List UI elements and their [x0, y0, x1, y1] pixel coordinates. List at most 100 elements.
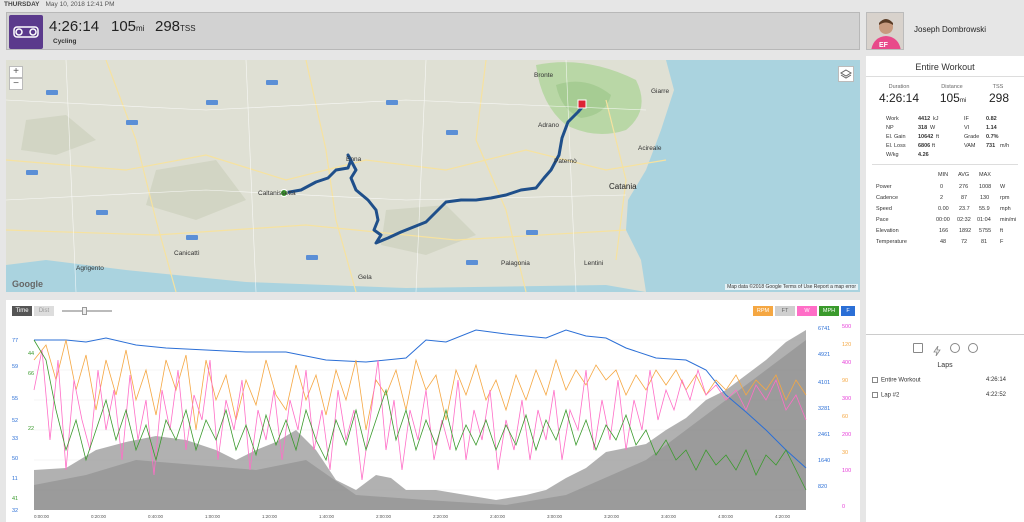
- right-axis-tick: 300: [842, 396, 851, 402]
- metric-value: 318: [918, 125, 928, 131]
- lap-checkbox[interactable]: [872, 392, 878, 398]
- map-zoom-in-button[interactable]: +: [9, 66, 23, 78]
- right-axis-tick: 200: [842, 432, 851, 438]
- table-cell: 01:04: [977, 217, 991, 223]
- metric-label: NP: [886, 125, 894, 131]
- route-map[interactable]: + − Catania Paternò Adrano Bronte Acirea…: [6, 60, 860, 292]
- chart-plot[interactable]: 77 55 33 11 44 66 22 41 59 52 50 32 6741…: [6, 300, 860, 522]
- summary-tss: 298TSS: [155, 18, 196, 35]
- table-cell: 00:00: [936, 217, 950, 223]
- table-row-label: Temperature: [876, 239, 907, 245]
- right-axis-tick: 3281: [818, 406, 830, 412]
- map-label: Caltanissetta: [258, 190, 296, 197]
- table-cell: 166: [939, 228, 949, 234]
- table-row-label: Cadence: [876, 195, 899, 201]
- google-logo: Google: [12, 279, 43, 289]
- left-axis-tick: 50: [12, 456, 18, 462]
- right-axis-tick: 60: [842, 414, 848, 420]
- map-label: Lentini: [584, 260, 604, 267]
- map-label: Palagonia: [501, 260, 530, 267]
- left-axis-tick: 77: [12, 338, 18, 344]
- metric-label: El. Gain: [886, 134, 906, 140]
- map-label: Catania: [609, 182, 637, 191]
- left-axis-tick: 11: [12, 476, 18, 482]
- metric-unit: kJ: [933, 116, 939, 122]
- workout-chart[interactable]: Time Dist RPM FT W MPH F 77 55 33 11 44: [6, 300, 860, 522]
- x-axis-tick: 2:20:00: [433, 514, 449, 519]
- map-label: Canicattì: [174, 250, 200, 257]
- table-header: MIN: [938, 172, 949, 178]
- right-axis-tick: 820: [818, 484, 827, 490]
- metric-unit: m/h: [1000, 143, 1010, 149]
- table-cell: 130: [980, 195, 990, 201]
- clock-icon[interactable]: [950, 343, 960, 353]
- table-unit: W: [1000, 184, 1006, 190]
- right-axis-tick: 2461: [818, 432, 830, 438]
- table-cell: 5755: [979, 228, 992, 234]
- date-line: THURSDAY May 10, 2018 12:41 PM: [0, 0, 1024, 10]
- lap-checkbox[interactable]: [872, 377, 878, 383]
- metric-label: IF: [964, 116, 969, 122]
- headline-tss: 298: [988, 91, 1010, 105]
- headline-label: TSS: [992, 84, 1004, 90]
- table-row-label: Speed: [876, 206, 892, 212]
- lightning-icon[interactable]: [932, 343, 942, 357]
- athlete-card[interactable]: EF Joseph Dombrowski: [866, 12, 1024, 50]
- right-axis-tick: 4921: [818, 352, 830, 358]
- x-axis-tick: 0:40:00: [148, 514, 164, 519]
- table-header: AVG: [958, 172, 970, 178]
- table-unit: ft: [1000, 228, 1004, 234]
- table-cell: 0.00: [938, 206, 949, 212]
- workout-summary-bar: 4:26:14 105mi 298TSS Cycling: [6, 12, 860, 50]
- right-axis-tick: 1640: [818, 458, 830, 464]
- map-label: Gela: [358, 274, 372, 281]
- left-axis-tick: 41: [12, 496, 18, 502]
- calendar-icon[interactable]: [913, 343, 923, 353]
- table-cell: 0: [940, 184, 944, 190]
- metric-value: 0.82: [986, 116, 997, 122]
- x-axis-tick: 2:40:00: [490, 514, 506, 519]
- right-axis-tick: 0: [842, 504, 845, 510]
- table-cell: 81: [981, 239, 988, 245]
- table-header: MAX: [979, 172, 991, 178]
- left-axis-tick: 59: [12, 364, 18, 370]
- table-unit: mph: [1000, 206, 1011, 212]
- metric-label: Work: [886, 116, 899, 122]
- x-axis-tick: 3:20:00: [604, 514, 620, 519]
- metric-value: 0.7%: [986, 134, 999, 140]
- circle-icon[interactable]: [968, 343, 978, 353]
- metric-value: 4412: [918, 116, 931, 122]
- lap-row[interactable]: Lap #2 4:22:52: [872, 392, 1018, 402]
- table-cell: 1008: [979, 184, 992, 190]
- lap-row[interactable]: Entire Workout 4:26:14: [872, 377, 1018, 387]
- map-label: Acireale: [638, 145, 662, 152]
- headline-label: Duration: [888, 84, 910, 90]
- summary-distance: 105mi: [111, 18, 145, 35]
- athlete-name: Joseph Dombrowski: [914, 25, 987, 34]
- map-label: Adrano: [538, 122, 559, 129]
- x-axis-tick: 4:00:00: [718, 514, 734, 519]
- map-label: Paternò: [554, 158, 577, 165]
- left-axis-tick: 22: [28, 426, 34, 432]
- headline-label: Distance: [941, 84, 963, 90]
- right-axis-tick: 400: [842, 360, 851, 366]
- right-axis-tick: 100: [842, 468, 851, 474]
- map-label: Giarre: [651, 88, 670, 95]
- x-axis-tick: 1:00:00: [205, 514, 221, 519]
- x-axis-tick: 3:40:00: [661, 514, 677, 519]
- table-cell: 23.7: [959, 206, 970, 212]
- map-zoom-out-button[interactable]: −: [9, 78, 23, 90]
- map-label: Bronte: [534, 72, 554, 79]
- map-label: Agrigento: [76, 265, 104, 272]
- metric-unit: ft: [936, 134, 940, 140]
- map-label: Enna: [346, 156, 362, 163]
- map-layers-icon[interactable]: [838, 66, 854, 82]
- cycling-icon[interactable]: [9, 15, 43, 49]
- panel-title: Entire Workout: [915, 62, 975, 72]
- right-axis-tick: 4101: [818, 380, 830, 386]
- headline-duration: 4:26:14: [878, 91, 920, 105]
- table-cell: 55.9: [979, 206, 990, 212]
- right-axis-tick: 90: [842, 378, 848, 384]
- metric-label: VAM: [964, 143, 976, 149]
- map-footer[interactable]: Map data ©2018 Google Terms of Use Repor…: [725, 284, 858, 290]
